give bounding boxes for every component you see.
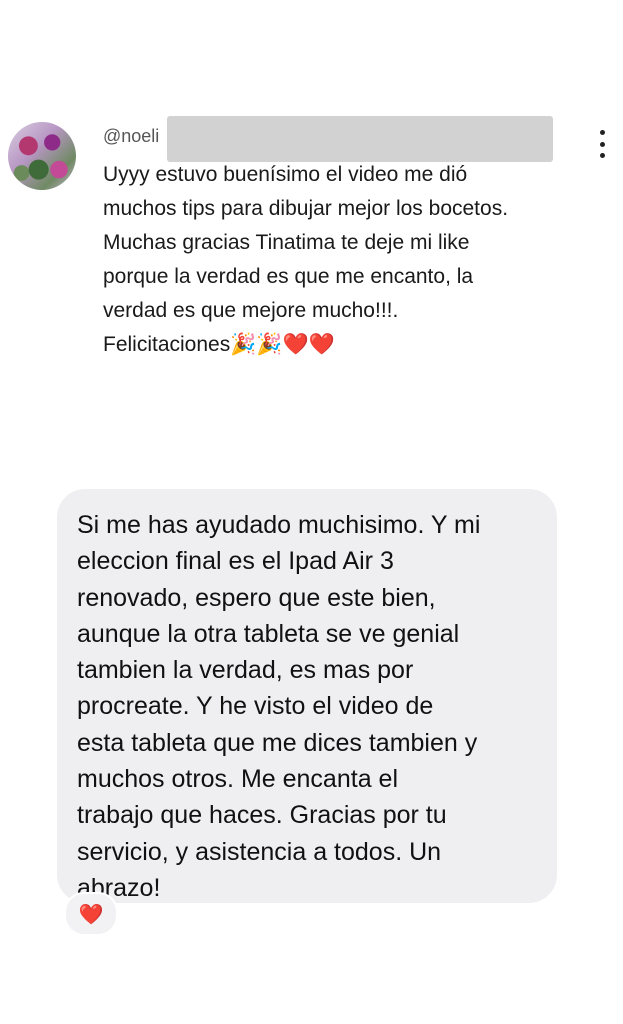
comment-header: @noeli	[103, 124, 159, 148]
message-bubble[interactable]: Si me has ayudado muchisimo. Y mi elecci…	[57, 489, 557, 903]
heart-reaction-icon[interactable]: ❤️	[64, 892, 118, 936]
avatar[interactable]	[8, 122, 76, 190]
more-dot	[599, 130, 605, 135]
more-vertical-icon[interactable]	[592, 130, 612, 158]
more-dot	[599, 141, 605, 147]
redacted-username	[167, 116, 553, 162]
message-text: Si me has ayudado muchisimo. Y mi elecci…	[77, 511, 481, 902]
comment-text: Uyyy estuvo buenísimo el video me dió mu…	[103, 163, 509, 356]
username-handle[interactable]: @noeli	[103, 126, 159, 146]
reaction-emoji: ❤️	[78, 903, 104, 926]
comment-card: @noeli Uyyy estuvo buenísimo el video me…	[0, 108, 623, 368]
